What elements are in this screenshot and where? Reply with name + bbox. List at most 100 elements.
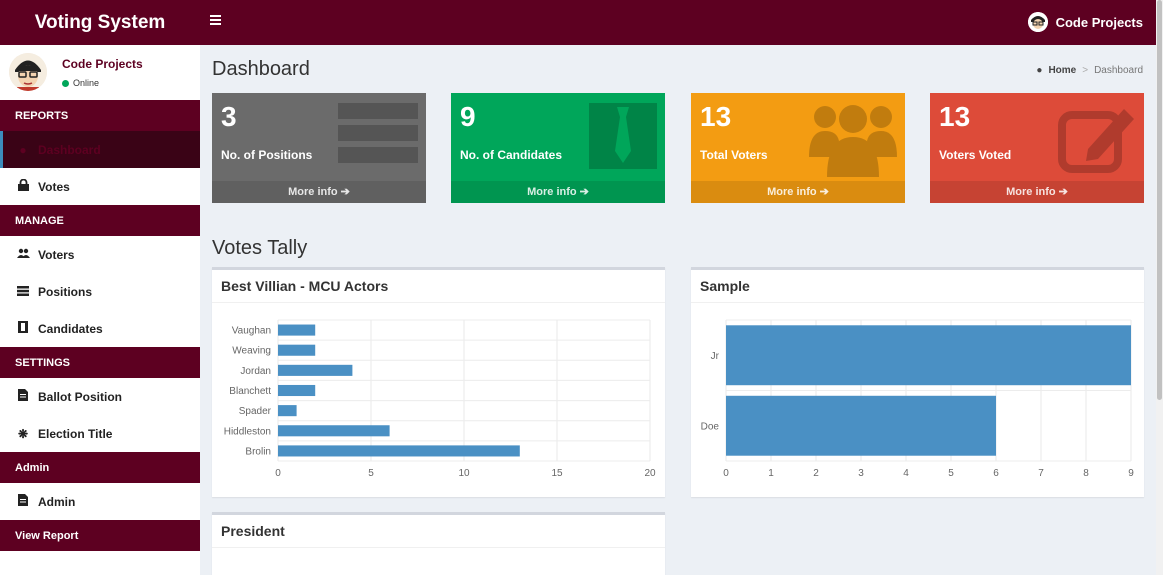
sidebar-user-name: Code Projects (62, 57, 143, 71)
id-card-icon (17, 321, 29, 336)
tasks-icon (338, 103, 418, 163)
user-menu[interactable]: Code Projects (1027, 12, 1143, 32)
more-info-link[interactable]: More info ➔ (451, 181, 665, 203)
y-tick-label: Vaughan (232, 326, 271, 337)
y-tick-label: Spader (239, 406, 272, 417)
stat-number: 9 (460, 101, 476, 132)
y-tick-label: Hiddleston (224, 426, 271, 437)
bar (278, 324, 316, 336)
sidebar-item-label: Ballot Position (38, 389, 122, 404)
stat-number: 3 (221, 101, 237, 132)
sidebar-item-label: Admin (38, 494, 76, 509)
y-tick-label: Jr (711, 351, 720, 362)
x-tick-label: 4 (903, 468, 909, 479)
dashboard-icon: ● (1036, 65, 1043, 76)
file-icon (17, 389, 29, 404)
sidebar-item-label: Dashboard (38, 142, 101, 157)
sidebar-item-candidates[interactable]: Candidates (0, 310, 200, 347)
stat-box-voters-voted: 13 Voters Voted More info ➔ (930, 93, 1144, 203)
x-tick-label: 2 (813, 468, 819, 479)
page-title: Dashboard (212, 58, 310, 80)
sidebar-item-votes[interactable]: Votes (0, 168, 200, 205)
stat-number: 13 (700, 101, 732, 132)
section-settings: SETTINGS (0, 347, 200, 378)
x-tick-label: 1 (768, 468, 774, 479)
x-tick-label: 7 (1038, 468, 1044, 479)
section-reports: REPORTS (0, 100, 200, 131)
user-name: Code Projects (1055, 14, 1143, 30)
bar (278, 445, 520, 457)
avatar (9, 53, 47, 91)
sidebar-item-label: Votes (38, 179, 70, 194)
section-manage: MANAGE (0, 205, 200, 236)
stat-box-positions: 3 No. of Positions More info ➔ (212, 93, 426, 203)
stat-box-candidates: 9 No. of Candidates More info ➔ (451, 93, 665, 203)
chart-panel-best-villian: Best Villian - MCU Actors 0 5 10 15 20 Vaugha… (212, 267, 665, 497)
chart-title: Best Villian - MCU Actors (212, 270, 665, 303)
gear-icon: ❋ (17, 426, 29, 441)
y-tick-label: Weaving (232, 346, 271, 357)
x-tick-label: 6 (993, 468, 999, 479)
y-tick-label: Doe (701, 421, 720, 432)
sidebar-item-label: Positions (38, 284, 93, 299)
more-info-link[interactable]: More info ➔ (691, 181, 905, 203)
sidebar-item-label: Voters (38, 247, 75, 262)
breadcrumb-home[interactable]: Home (1048, 65, 1076, 76)
bar-chart: 0 5 10 15 20 Vaughan Weaving Jordan Blanchett Spa… (224, 319, 656, 479)
chart-title: Sample (691, 270, 1144, 303)
x-tick-label: 5 (368, 468, 374, 479)
x-tick-label: 3 (858, 468, 864, 479)
sidebar-item-ballot-position[interactable]: Ballot Position (0, 378, 200, 415)
y-tick-label: Brolin (245, 446, 271, 457)
sidebar-item-admin[interactable]: Admin (0, 483, 200, 520)
section-admin: Admin (0, 452, 200, 483)
breadcrumb-separator: > (1082, 65, 1089, 76)
stat-number: 13 (939, 101, 971, 132)
x-tick-label: 10 (458, 468, 470, 479)
bar (726, 325, 1131, 386)
chart-panel-president: President (212, 512, 665, 575)
more-info-link[interactable]: More info ➔ (930, 181, 1144, 203)
bar (278, 344, 316, 356)
bar (726, 395, 996, 456)
scrollbar[interactable] (1156, 0, 1163, 575)
bar-chart: 0 1 2 3 4 5 6 7 8 9 Jr Doe (701, 319, 1134, 479)
x-tick-label: 0 (275, 468, 281, 479)
breadcrumb: ● Home > Dashboard (1036, 65, 1143, 76)
id-card-icon (589, 103, 657, 169)
status-badge: Online (62, 78, 99, 88)
sidebar-toggle-icon[interactable] (210, 15, 221, 27)
sidebar-item-election-title[interactable]: ❋ Election Title (0, 415, 200, 452)
avatar (1027, 12, 1048, 32)
bar (278, 384, 316, 397)
more-info-link[interactable]: More info ➔ (212, 181, 426, 203)
x-tick-label: 5 (948, 468, 954, 479)
x-tick-label: 8 (1083, 468, 1089, 479)
users-icon (809, 105, 897, 177)
tasks-icon (17, 285, 29, 299)
x-tick-label: 20 (644, 468, 656, 479)
breadcrumb-current: Dashboard (1094, 65, 1143, 76)
sidebar-item-label: Candidates (38, 321, 103, 336)
users-icon (17, 248, 30, 262)
scrollbar-thumb[interactable] (1157, 0, 1162, 400)
section-title: Votes Tally (212, 237, 308, 259)
sidebar-item-dashboard[interactable]: ● Dashboard (0, 131, 200, 168)
section-view-report[interactable]: View Report (0, 520, 200, 551)
main-content: Dashboard ● Home > Dashboard 3 No. of Po… (200, 45, 1163, 575)
stat-box-total-voters: 13 Total Voters More info ➔ (691, 93, 905, 203)
sidebar-item-positions[interactable]: Positions (0, 273, 200, 310)
sidebar: Code Projects Online REPORTS ● Dashboard… (0, 45, 200, 575)
bar (278, 405, 297, 417)
app-logo[interactable]: Voting System (0, 0, 200, 45)
sidebar-item-label: Election Title (38, 426, 113, 441)
x-tick-label: 15 (551, 468, 563, 479)
stat-label: Voters Voted (939, 148, 1012, 162)
online-dot-icon (62, 79, 69, 87)
x-tick-label: 0 (723, 468, 729, 479)
sidebar-item-voters[interactable]: Voters (0, 236, 200, 273)
bar (278, 364, 353, 376)
stat-label: No. of Positions (221, 148, 313, 162)
dashboard-icon: ● (19, 142, 27, 157)
user-panel: Code Projects Online (0, 45, 200, 100)
